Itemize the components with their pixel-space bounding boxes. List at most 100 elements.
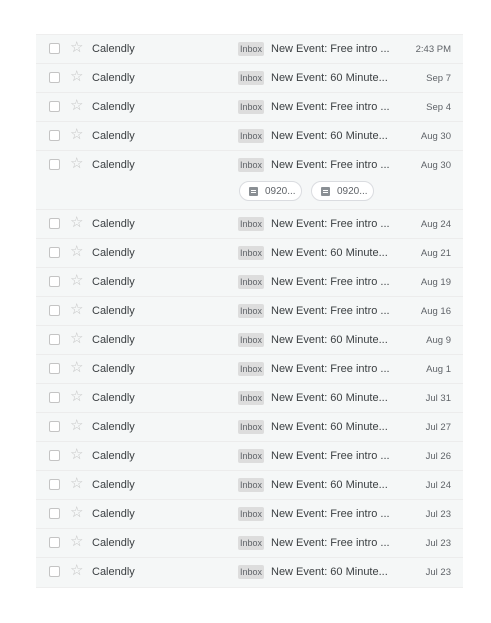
star-icon[interactable]: ☆ <box>70 505 83 521</box>
select-checkbox[interactable] <box>49 218 60 229</box>
email-row[interactable]: ☆ Calendly Inbox New Event: 60 Minute... Aug… <box>36 122 463 151</box>
star-icon[interactable]: ☆ <box>70 98 83 114</box>
email-subject: New Event: Free intro ... <box>271 305 390 317</box>
email-row[interactable]: ☆ Calendly Inbox New Event: Free intro ... A… <box>36 268 463 297</box>
star-icon[interactable]: ☆ <box>70 447 83 463</box>
email-date: Aug 21 <box>420 248 451 259</box>
email-sender: Calendly <box>92 218 135 230</box>
email-sender: Calendly <box>92 159 135 171</box>
select-checkbox[interactable] <box>49 566 60 577</box>
inbox-label-badge[interactable]: Inbox <box>238 449 265 463</box>
inbox-label-badge[interactable]: Inbox <box>238 420 265 434</box>
select-checkbox[interactable] <box>49 159 60 170</box>
select-checkbox[interactable] <box>49 392 60 403</box>
select-checkbox[interactable] <box>49 43 60 54</box>
email-date: Jul 23 <box>425 538 451 549</box>
inbox-label-badge[interactable]: Inbox <box>238 246 265 260</box>
email-row[interactable]: ☆ Calendly Inbox New Event: 60 Minute... Jul… <box>36 558 463 587</box>
email-row[interactable]: ☆ Calendly Inbox New Event: Free intro ... J… <box>36 500 463 529</box>
inbox-label-badge[interactable]: Inbox <box>238 217 265 231</box>
select-checkbox[interactable] <box>49 537 60 548</box>
attachment-chip[interactable]: 0920... <box>239 181 302 201</box>
select-checkbox[interactable] <box>49 130 60 141</box>
email-date: Jul 23 <box>425 509 451 520</box>
document-icon <box>321 187 330 196</box>
select-checkbox[interactable] <box>49 508 60 519</box>
star-icon[interactable]: ☆ <box>70 476 83 492</box>
email-row[interactable]: ☆ Calendly Inbox New Event: Free intro ... J… <box>36 442 463 471</box>
email-date: Jul 23 <box>425 567 451 578</box>
star-icon[interactable]: ☆ <box>70 273 83 289</box>
email-subject: New Event: 60 Minute... <box>271 247 388 259</box>
inbox-label-badge[interactable]: Inbox <box>238 565 265 579</box>
star-icon[interactable]: ☆ <box>70 418 83 434</box>
email-row[interactable]: ☆ Calendly Inbox New Event: Free intro ... S… <box>36 93 463 122</box>
star-icon[interactable]: ☆ <box>70 389 83 405</box>
inbox-label-badge[interactable]: Inbox <box>238 507 265 521</box>
inbox-label-badge[interactable]: Inbox <box>238 304 265 318</box>
email-sender: Calendly <box>92 43 135 55</box>
star-icon[interactable]: ☆ <box>70 215 83 231</box>
select-checkbox[interactable] <box>49 479 60 490</box>
email-row[interactable]: ☆ Calendly Inbox New Event: Free intro ... A… <box>36 151 463 210</box>
inbox-label-badge[interactable]: Inbox <box>238 129 265 143</box>
email-row[interactable]: ☆ Calendly Inbox New Event: 60 Minute... Jul… <box>36 413 463 442</box>
email-sender: Calendly <box>92 479 135 491</box>
inbox-label-badge[interactable]: Inbox <box>238 536 265 550</box>
email-date: Jul 26 <box>425 451 451 462</box>
attachment-chip[interactable]: 0920... <box>311 181 374 201</box>
select-checkbox[interactable] <box>49 276 60 287</box>
star-icon[interactable]: ☆ <box>70 156 83 172</box>
email-date: Sep 4 <box>426 102 451 113</box>
email-row[interactable]: ☆ Calendly Inbox New Event: 60 Minute... Aug… <box>36 326 463 355</box>
inbox-label-badge[interactable]: Inbox <box>238 478 265 492</box>
email-subject: New Event: 60 Minute... <box>271 479 388 491</box>
inbox-label-badge[interactable]: Inbox <box>238 275 265 289</box>
email-row[interactable]: ☆ Calendly Inbox New Event: Free intro ... A… <box>36 297 463 326</box>
email-sender: Calendly <box>92 450 135 462</box>
email-subject: New Event: 60 Minute... <box>271 72 388 84</box>
inbox-label-badge[interactable]: Inbox <box>238 362 265 376</box>
star-icon[interactable]: ☆ <box>70 244 83 260</box>
star-icon[interactable]: ☆ <box>70 360 83 376</box>
email-row[interactable]: ☆ Calendly Inbox New Event: Free intro ... 2… <box>36 35 463 64</box>
select-checkbox[interactable] <box>49 334 60 345</box>
email-date: Jul 31 <box>425 393 451 404</box>
star-icon[interactable]: ☆ <box>70 534 83 550</box>
select-checkbox[interactable] <box>49 450 60 461</box>
select-checkbox[interactable] <box>49 421 60 432</box>
email-row[interactable]: ☆ Calendly Inbox New Event: 60 Minute... Jul… <box>36 384 463 413</box>
email-row[interactable]: ☆ Calendly Inbox New Event: Free intro ... J… <box>36 529 463 558</box>
star-icon[interactable]: ☆ <box>70 331 83 347</box>
star-icon[interactable]: ☆ <box>70 302 83 318</box>
email-sender: Calendly <box>92 247 135 259</box>
select-checkbox[interactable] <box>49 72 60 83</box>
email-sender: Calendly <box>92 101 135 113</box>
email-row[interactable]: ☆ Calendly Inbox New Event: Free intro ... A… <box>36 210 463 239</box>
email-row[interactable]: ☆ Calendly Inbox New Event: 60 Minute... Jul… <box>36 471 463 500</box>
select-checkbox[interactable] <box>49 101 60 112</box>
inbox-label-badge[interactable]: Inbox <box>238 158 265 172</box>
email-subject: New Event: Free intro ... <box>271 450 390 462</box>
email-subject: New Event: Free intro ... <box>271 43 390 55</box>
email-date: Sep 7 <box>426 73 451 84</box>
star-icon[interactable]: ☆ <box>70 40 83 56</box>
email-date: Aug 30 <box>420 160 451 171</box>
select-checkbox[interactable] <box>49 247 60 258</box>
inbox-label-badge[interactable]: Inbox <box>238 100 265 114</box>
email-row[interactable]: ☆ Calendly Inbox New Event: 60 Minute... Sep… <box>36 64 463 93</box>
attachment-name: 0920... <box>337 186 368 197</box>
inbox-label-badge[interactable]: Inbox <box>238 333 265 347</box>
inbox-label-badge[interactable]: Inbox <box>238 391 265 405</box>
email-row[interactable]: ☆ Calendly Inbox New Event: 60 Minute... Aug… <box>36 239 463 268</box>
star-icon[interactable]: ☆ <box>70 563 83 579</box>
email-row[interactable]: ☆ Calendly Inbox New Event: Free intro ... A… <box>36 355 463 384</box>
select-checkbox[interactable] <box>49 363 60 374</box>
email-date: Aug 9 <box>426 335 451 346</box>
star-icon[interactable]: ☆ <box>70 127 83 143</box>
email-sender: Calendly <box>92 392 135 404</box>
star-icon[interactable]: ☆ <box>70 69 83 85</box>
inbox-label-badge[interactable]: Inbox <box>238 42 265 56</box>
select-checkbox[interactable] <box>49 305 60 316</box>
inbox-label-badge[interactable]: Inbox <box>238 71 265 85</box>
